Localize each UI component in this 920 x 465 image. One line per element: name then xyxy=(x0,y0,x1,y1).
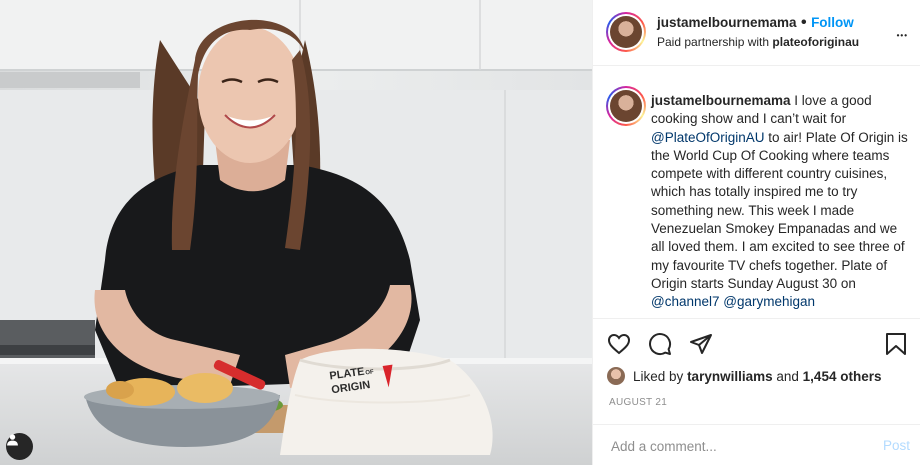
author-username[interactable]: justamelbournemama xyxy=(657,15,797,30)
tagged-users-button[interactable] xyxy=(6,433,33,460)
mention-link[interactable]: @garymehigan xyxy=(723,294,815,309)
svg-text:OF: OF xyxy=(365,369,374,376)
partner-link[interactable]: plateoforiginau xyxy=(772,35,859,49)
partnership-line: Paid partnership with plateoforiginau xyxy=(657,35,859,49)
caption-body-2: to air! Plate Of Origin is the World Cup… xyxy=(651,129,908,291)
post-comment-button[interactable]: Post xyxy=(883,438,910,453)
comment-box: Post xyxy=(593,424,920,465)
kitchen-photo-illustration: PLATE OF ORIGIN xyxy=(0,0,592,465)
partnership-label: Paid partnership with xyxy=(657,35,770,49)
separator-dot: • xyxy=(801,14,807,31)
instagram-post: PLATE OF ORIGIN justamelbournemama • Fol… xyxy=(0,0,920,465)
mention-link[interactable]: @channel7 xyxy=(651,294,720,309)
caption-text: justamelbournemama I love a good cooking… xyxy=(651,92,909,312)
and-label: and xyxy=(776,368,799,384)
likes-line: Liked by tarynwilliams and 1,454 others xyxy=(607,367,881,385)
post-date: AUGUST 21 xyxy=(609,397,668,408)
heart-icon[interactable] xyxy=(607,332,631,361)
liker-username[interactable]: tarynwilliams xyxy=(687,369,773,384)
comment-icon[interactable] xyxy=(648,332,672,361)
bookmark-icon[interactable] xyxy=(885,332,907,361)
post-header: justamelbournemama • Follow Paid partner… xyxy=(593,0,920,66)
caption-section: justamelbournemama I love a good cooking… xyxy=(593,66,920,318)
liked-by-label: Liked by xyxy=(633,368,684,384)
post-sidebar: justamelbournemama • Follow Paid partner… xyxy=(592,0,920,465)
comment-input[interactable] xyxy=(609,433,863,459)
share-icon[interactable] xyxy=(689,332,713,361)
liker-avatar[interactable] xyxy=(607,367,625,385)
follow-button[interactable]: Follow xyxy=(811,15,854,30)
avatar[interactable] xyxy=(610,16,642,48)
user-icon xyxy=(7,434,18,446)
post-photo[interactable]: PLATE OF ORIGIN xyxy=(0,0,592,465)
mention-link[interactable]: @PlateOfOriginAU xyxy=(651,130,765,145)
caption-story-ring[interactable] xyxy=(606,86,646,126)
caption-avatar[interactable] xyxy=(610,90,642,122)
others-count[interactable]: 1,454 others xyxy=(803,369,882,384)
story-ring[interactable] xyxy=(606,12,646,52)
more-options-dots: ••• xyxy=(896,31,908,40)
more-options-icon[interactable]: ••• xyxy=(897,22,908,43)
actions-section: Liked by tarynwilliams and 1,454 others … xyxy=(593,318,920,419)
caption-username[interactable]: justamelbournemama xyxy=(651,93,791,108)
